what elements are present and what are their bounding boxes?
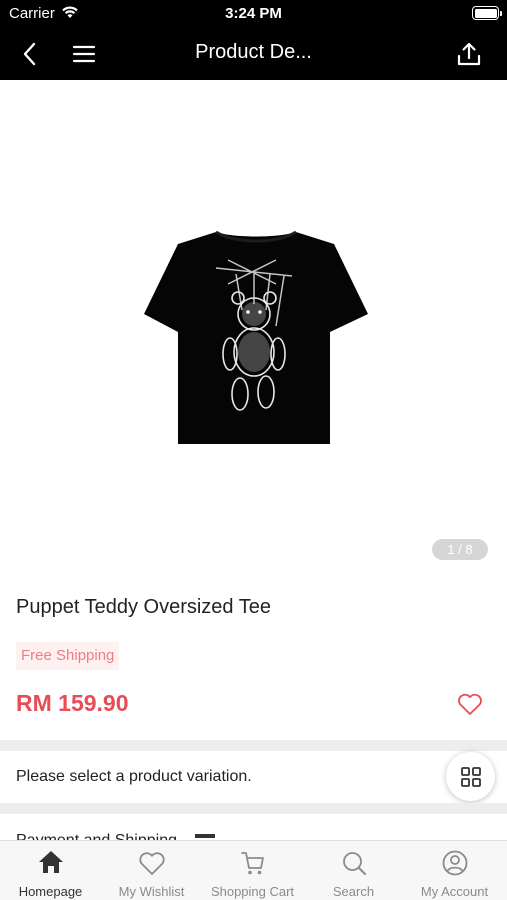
variation-selector[interactable]: Please select a product variation. (0, 751, 507, 803)
status-bar: Carrier 3:24 PM (0, 0, 507, 28)
tab-label: Homepage (18, 884, 83, 899)
bottom-tab-bar: Homepage My Wishlist Shopping Cart Searc… (0, 840, 507, 900)
grid-icon (460, 766, 481, 787)
section-indicator (195, 834, 215, 838)
image-counter: 1 / 8 (432, 539, 488, 560)
share-icon (457, 42, 481, 66)
add-to-wishlist-button[interactable] (456, 690, 484, 718)
quick-menu-button[interactable] (446, 752, 495, 801)
variation-prompt: Please select a product variation. (16, 768, 252, 785)
tab-homepage[interactable]: Homepage (0, 841, 101, 900)
tab-my-wishlist[interactable]: My Wishlist (101, 841, 202, 900)
tab-my-account[interactable]: My Account (404, 841, 505, 900)
battery-icon (472, 6, 502, 20)
top-bar: Carrier 3:24 PM Product De... (0, 0, 507, 80)
tab-label: My Wishlist (118, 884, 185, 899)
heart-icon (458, 693, 482, 715)
tab-label: My Account (420, 884, 489, 899)
product-title: Puppet Teddy Oversized Tee (16, 596, 271, 618)
share-button[interactable] (453, 38, 485, 70)
product-price: RM 159.90 (16, 690, 129, 716)
search-icon (342, 852, 366, 875)
tab-shopping-cart[interactable]: Shopping Cart (202, 841, 303, 900)
tab-search[interactable]: Search (303, 841, 404, 900)
nav-bar: Product De... (0, 28, 507, 80)
section-divider (0, 803, 507, 814)
tab-label: Search (332, 884, 375, 899)
tab-label: Shopping Cart (210, 884, 295, 899)
free-shipping-badge: Free Shipping (16, 642, 120, 670)
product-image[interactable] (144, 230, 368, 453)
home-icon (38, 851, 63, 873)
clock: 3:24 PM (225, 5, 282, 22)
cart-icon (240, 852, 264, 875)
section-divider (0, 740, 507, 751)
heart-icon (138, 852, 165, 875)
account-icon (442, 850, 467, 876)
page-title: Product De... (195, 41, 312, 63)
